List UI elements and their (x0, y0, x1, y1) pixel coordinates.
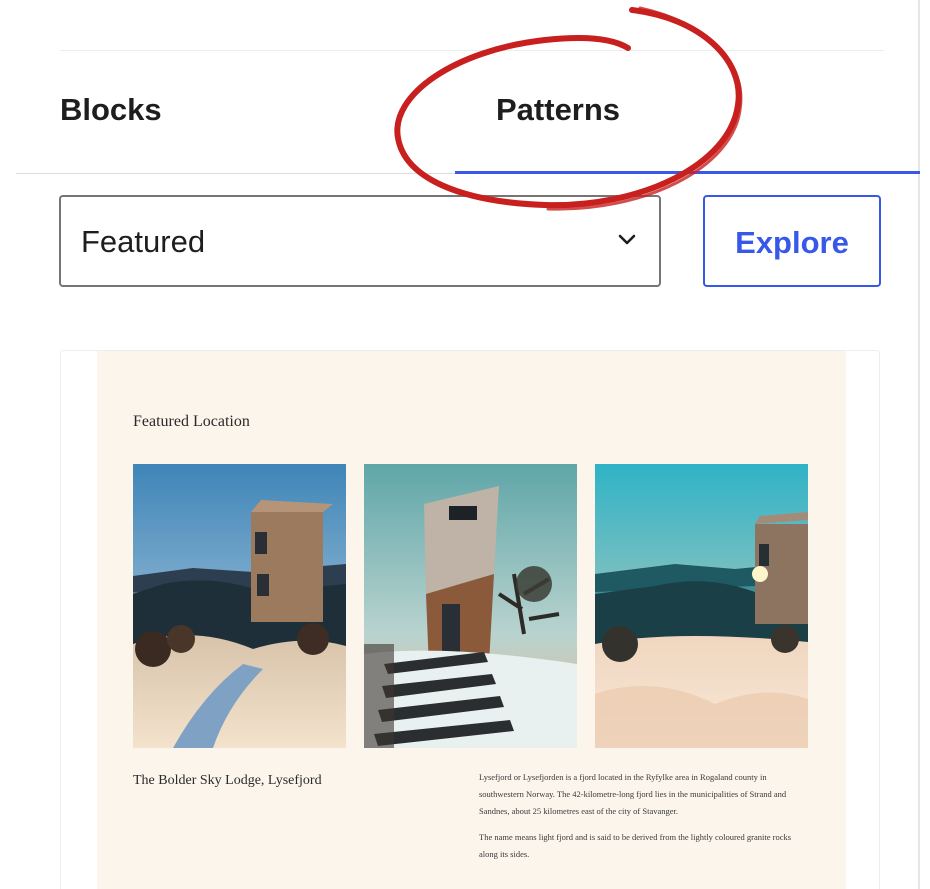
location-description: Lysefjord or Lysefjorden is a fjord loca… (479, 769, 811, 863)
tab-blocks[interactable]: Blocks (60, 92, 162, 128)
description-paragraph: The name means light fjord and is said t… (479, 832, 792, 859)
pattern-preview-content: Featured Location The Bolder Sky Lodge, … (97, 351, 846, 889)
explore-button-label: Explore (735, 225, 849, 260)
description-paragraph: Lysefjord or Lysefjorden is a fjord loca… (479, 772, 787, 816)
top-divider (60, 50, 884, 51)
explore-button[interactable]: Explore (703, 195, 881, 287)
lodge-photo-3 (595, 464, 808, 748)
sidebar-right-border (918, 0, 920, 889)
chevron-down-icon[interactable] (616, 232, 638, 248)
lodge-photo-1 (133, 464, 346, 748)
preview-heading: Featured Location (133, 413, 250, 430)
pattern-category-select[interactable]: Featured (59, 195, 661, 287)
lodge-name: The Bolder Sky Lodge, Lysefjord (133, 773, 322, 788)
select-value: Featured (81, 224, 206, 259)
lodge-photo-2 (364, 464, 577, 748)
active-tab-indicator (455, 171, 920, 174)
pattern-preview-card[interactable]: Featured Location The Bolder Sky Lodge, … (60, 350, 880, 889)
tab-patterns[interactable]: Patterns (496, 92, 620, 128)
